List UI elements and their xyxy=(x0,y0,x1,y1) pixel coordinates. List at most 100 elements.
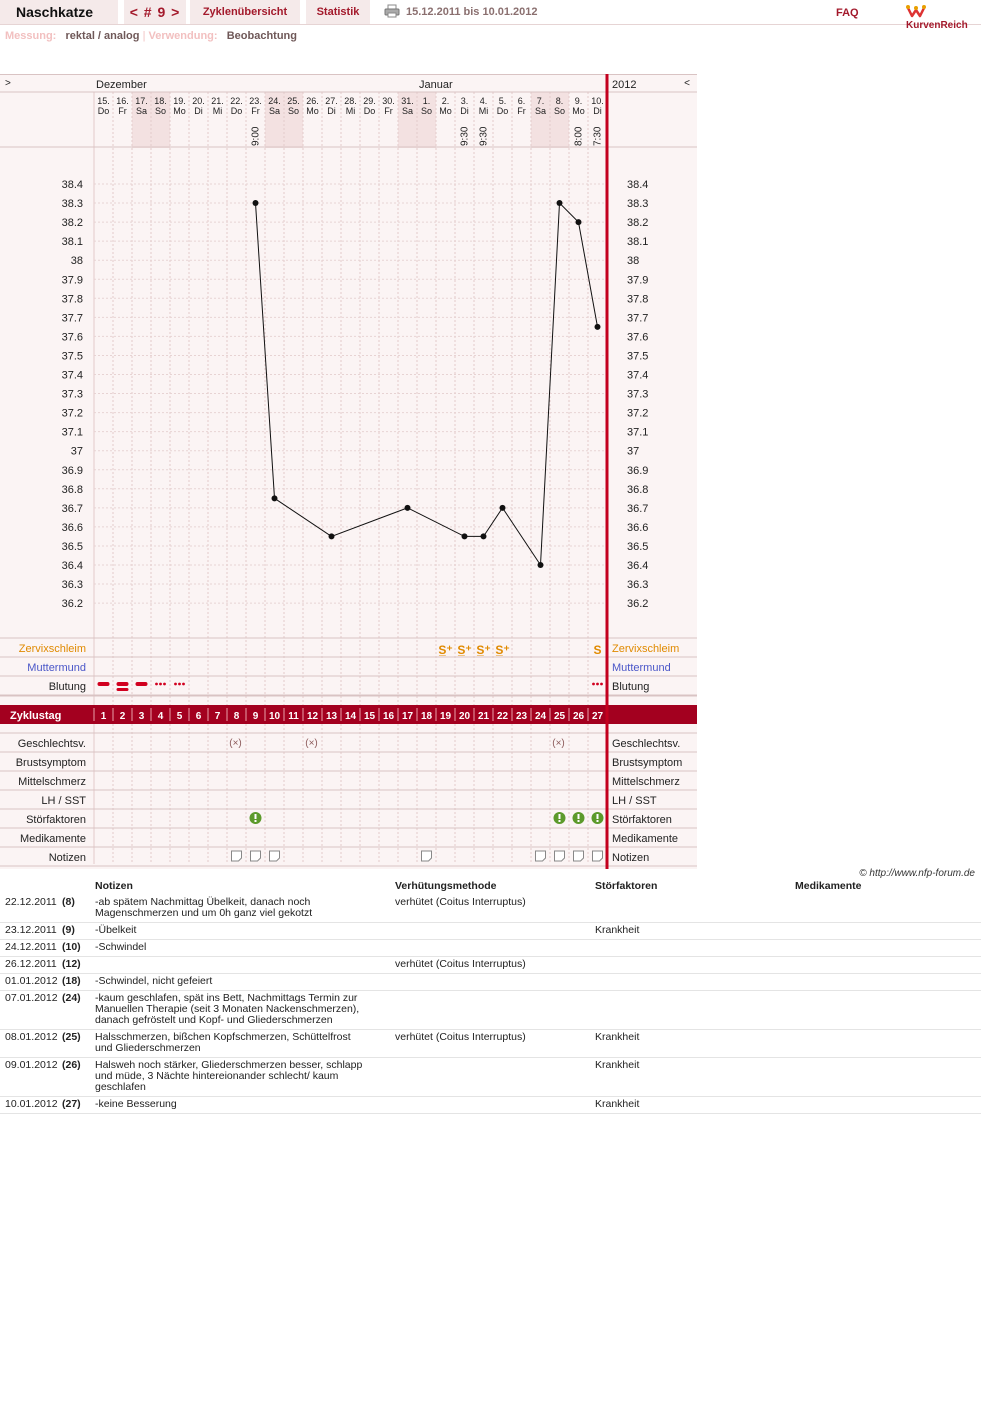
note-icon[interactable] xyxy=(573,850,584,862)
day-date: 1. xyxy=(423,96,431,106)
day-weekday: Do xyxy=(231,106,243,116)
day-date: 23. xyxy=(249,96,262,106)
day-date: 25. xyxy=(287,96,300,106)
note-cycle-day: (12) xyxy=(62,956,95,974)
day-date: 8. xyxy=(556,96,564,106)
row-label-left: Störfaktoren xyxy=(26,814,86,826)
note-date: 01.01.2012 xyxy=(0,973,62,991)
day-date: 7. xyxy=(537,96,545,106)
temperature-point xyxy=(252,200,259,207)
row-label-right: Medikamente xyxy=(612,833,678,845)
note-method: verhütet (Coitus Interruptus) xyxy=(395,1029,595,1058)
faq-link[interactable]: FAQ xyxy=(836,7,859,19)
chart-next-arrow[interactable]: < xyxy=(684,78,690,89)
cycle-day-number: 27 xyxy=(592,711,604,722)
day-weekday: Fr xyxy=(517,106,526,116)
disturbance-icon-stroke xyxy=(254,814,257,819)
date-range: 15.12.2011 bis 10.01.2012 xyxy=(384,0,538,24)
y-tick-label-left: 37.6 xyxy=(62,331,83,343)
day-weekday: So xyxy=(288,106,299,116)
temperature-point xyxy=(556,200,563,207)
brand-logo[interactable]: KurvenReich xyxy=(906,4,981,31)
day-date: 2. xyxy=(442,96,450,106)
copyright: © http://www.nfp-forum.de xyxy=(859,868,975,879)
note-meds xyxy=(795,956,981,974)
y-tick-label-right: 37.7 xyxy=(627,312,648,324)
day-date: 30. xyxy=(382,96,395,106)
table-row: 01.01.2012 (18) -Schwindel, nicht gefeiert xyxy=(0,973,981,991)
intercourse-icon: (×) xyxy=(305,738,318,749)
note-cycle-day: (9) xyxy=(62,922,95,940)
cycle-navigation[interactable]: < # 9 > xyxy=(124,0,186,24)
note-icon[interactable] xyxy=(421,850,432,862)
row-label-right: LH / SST xyxy=(612,795,657,807)
note-icon[interactable] xyxy=(231,850,242,862)
chart-prev-arrow[interactable]: > xyxy=(5,78,11,89)
note-icon[interactable] xyxy=(554,850,565,862)
note-icon[interactable] xyxy=(592,850,603,862)
temperature-point xyxy=(328,533,335,540)
note-icon[interactable] xyxy=(250,850,261,862)
bleeding-spotting-dot xyxy=(178,682,181,686)
note-text: -keine Besserung xyxy=(95,1096,395,1114)
header-method: Verhütungsmethode xyxy=(395,880,497,892)
note-method xyxy=(395,990,595,1030)
cycle-day-number: 13 xyxy=(326,711,338,722)
note-cycle-day: (25) xyxy=(62,1029,95,1058)
cycle-day-number: 20 xyxy=(459,711,471,722)
cycle-day-number: 14 xyxy=(345,711,357,722)
day-weekday: So xyxy=(155,106,166,116)
disturbance-icon-dot xyxy=(558,820,561,822)
note-date: 26.12.2011 xyxy=(0,956,62,974)
cycle-overview-button[interactable]: Zyklenübersicht xyxy=(190,0,300,24)
cycle-day-number: 24 xyxy=(535,711,547,722)
y-tick-label-left: 37.1 xyxy=(62,427,83,439)
bleeding-spotting-dot xyxy=(600,682,603,686)
y-tick-label-left: 36.5 xyxy=(62,541,83,553)
note-date: 24.12.2011 xyxy=(0,939,62,957)
notes-body: 22.12.2011 (8) -ab spätem Nachmittag Übelk… xyxy=(0,895,981,1114)
y-tick-label-right: 36.8 xyxy=(627,484,648,496)
y-tick-label-left: 37.2 xyxy=(62,408,83,420)
cycle-day-number: 1 xyxy=(101,711,107,722)
y-tick-label-right: 37 xyxy=(627,446,639,458)
usage-label: Verwendung: xyxy=(148,30,218,42)
measurement-value: rektal / analog xyxy=(65,30,140,42)
cycle-day-number: 16 xyxy=(383,711,395,722)
day-weekday: Sa xyxy=(535,106,546,116)
day-weekday: Sa xyxy=(136,106,147,116)
notes-header-row: Notizen Verhütungsmethode Störfaktoren M… xyxy=(0,880,981,895)
y-tick-label-right: 36.6 xyxy=(627,522,648,534)
bleeding-heavy-mark xyxy=(116,688,129,691)
y-tick-label-left: 37.8 xyxy=(62,293,83,305)
table-row: 26.12.2011 (12) verhütet (Coitus Interrupt… xyxy=(0,956,981,974)
bleeding-spotting-dot xyxy=(596,682,599,686)
note-icon[interactable] xyxy=(535,850,546,862)
bleeding-spotting-dot xyxy=(182,682,185,686)
y-tick-label-right: 37.6 xyxy=(627,331,648,343)
note-meds xyxy=(795,1096,981,1114)
measurement-time: 7:30 xyxy=(593,126,604,146)
y-tick-label-left: 37.3 xyxy=(62,389,83,401)
note-text: -Schwindel xyxy=(95,939,395,957)
statistics-button[interactable]: Statistik xyxy=(306,0,370,24)
note-text: Halsweh noch stärker, Gliederschmerzen b… xyxy=(95,1057,395,1097)
day-date: 4. xyxy=(480,96,488,106)
printer-icon[interactable] xyxy=(384,4,400,18)
day-weekday: Fr xyxy=(384,106,393,116)
cervical-mucus-mark: S̲⁺ xyxy=(476,643,490,657)
day-date: 10. xyxy=(591,96,604,106)
day-weekday: Di xyxy=(327,106,336,116)
y-tick-label-left: 36.3 xyxy=(62,579,83,591)
measurement-time: 9:00 xyxy=(251,126,262,146)
y-tick-label-right: 36.9 xyxy=(627,465,648,477)
notes-table: Notizen Verhütungsmethode Störfaktoren M… xyxy=(0,880,981,1114)
y-tick-label-left: 38.4 xyxy=(62,179,83,191)
user-name: Naschkatze xyxy=(0,0,118,24)
row-label-right: Muttermund xyxy=(612,662,671,674)
y-tick-label-left: 36.9 xyxy=(62,465,83,477)
note-date: 23.12.2011 xyxy=(0,922,62,940)
y-tick-label-right: 38.3 xyxy=(627,198,648,210)
note-icon[interactable] xyxy=(269,850,280,862)
header-notes: Notizen xyxy=(95,880,133,892)
